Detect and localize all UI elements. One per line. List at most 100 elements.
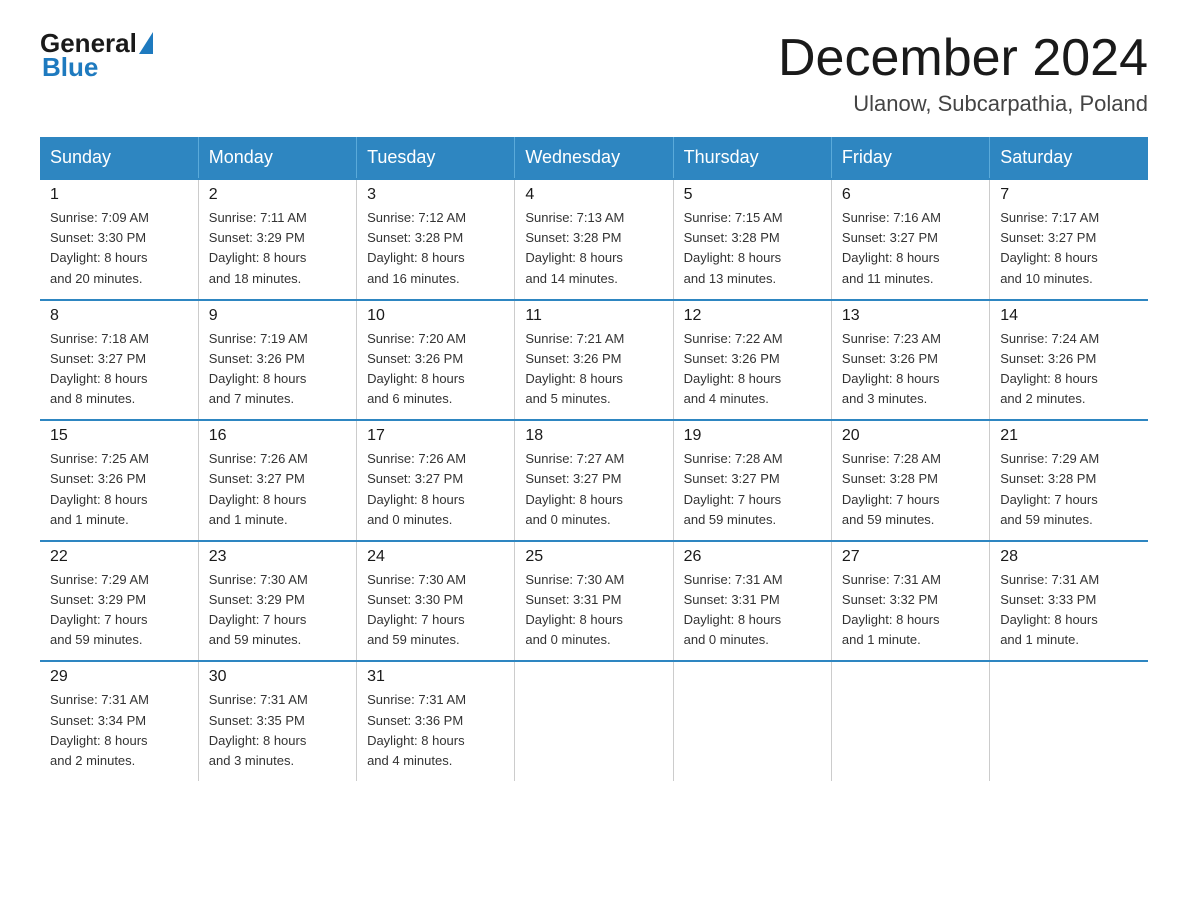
day-number: 10 — [367, 307, 504, 325]
day-info: Sunrise: 7:29 AM Sunset: 3:29 PM Dayligh… — [50, 570, 188, 651]
page-header: General Blue December 2024 Ulanow, Subca… — [40, 30, 1148, 117]
day-info: Sunrise: 7:23 AM Sunset: 3:26 PM Dayligh… — [842, 329, 979, 410]
calendar-cell: 30 Sunrise: 7:31 AM Sunset: 3:35 PM Dayl… — [198, 661, 356, 781]
day-info: Sunrise: 7:31 AM Sunset: 3:35 PM Dayligh… — [209, 690, 346, 771]
day-info: Sunrise: 7:31 AM Sunset: 3:36 PM Dayligh… — [367, 690, 504, 771]
calendar-cell: 7 Sunrise: 7:17 AM Sunset: 3:27 PM Dayli… — [990, 179, 1148, 300]
day-number: 8 — [50, 307, 188, 325]
day-info: Sunrise: 7:30 AM Sunset: 3:31 PM Dayligh… — [525, 570, 662, 651]
calendar-cell: 22 Sunrise: 7:29 AM Sunset: 3:29 PM Dayl… — [40, 541, 198, 662]
day-number: 23 — [209, 548, 346, 566]
weekday-header-tuesday: Tuesday — [357, 137, 515, 179]
day-number: 5 — [684, 186, 821, 204]
day-info: Sunrise: 7:22 AM Sunset: 3:26 PM Dayligh… — [684, 329, 821, 410]
day-info: Sunrise: 7:28 AM Sunset: 3:27 PM Dayligh… — [684, 449, 821, 530]
calendar-cell: 8 Sunrise: 7:18 AM Sunset: 3:27 PM Dayli… — [40, 300, 198, 421]
day-info: Sunrise: 7:24 AM Sunset: 3:26 PM Dayligh… — [1000, 329, 1138, 410]
week-row-2: 8 Sunrise: 7:18 AM Sunset: 3:27 PM Dayli… — [40, 300, 1148, 421]
day-number: 26 — [684, 548, 821, 566]
weekday-header-sunday: Sunday — [40, 137, 198, 179]
day-number: 14 — [1000, 307, 1138, 325]
day-info: Sunrise: 7:19 AM Sunset: 3:26 PM Dayligh… — [209, 329, 346, 410]
location-text: Ulanow, Subcarpathia, Poland — [778, 91, 1148, 117]
calendar-cell: 1 Sunrise: 7:09 AM Sunset: 3:30 PM Dayli… — [40, 179, 198, 300]
calendar-cell: 12 Sunrise: 7:22 AM Sunset: 3:26 PM Dayl… — [673, 300, 831, 421]
day-number: 3 — [367, 186, 504, 204]
calendar-cell: 3 Sunrise: 7:12 AM Sunset: 3:28 PM Dayli… — [357, 179, 515, 300]
calendar-cell: 24 Sunrise: 7:30 AM Sunset: 3:30 PM Dayl… — [357, 541, 515, 662]
calendar-cell: 20 Sunrise: 7:28 AM Sunset: 3:28 PM Dayl… — [831, 420, 989, 541]
calendar-cell — [990, 661, 1148, 781]
day-info: Sunrise: 7:29 AM Sunset: 3:28 PM Dayligh… — [1000, 449, 1138, 530]
day-info: Sunrise: 7:31 AM Sunset: 3:31 PM Dayligh… — [684, 570, 821, 651]
day-info: Sunrise: 7:30 AM Sunset: 3:30 PM Dayligh… — [367, 570, 504, 651]
month-title: December 2024 — [778, 30, 1148, 87]
calendar-cell: 14 Sunrise: 7:24 AM Sunset: 3:26 PM Dayl… — [990, 300, 1148, 421]
weekday-header-monday: Monday — [198, 137, 356, 179]
day-number: 6 — [842, 186, 979, 204]
day-number: 1 — [50, 186, 188, 204]
weekday-header-saturday: Saturday — [990, 137, 1148, 179]
day-info: Sunrise: 7:27 AM Sunset: 3:27 PM Dayligh… — [525, 449, 662, 530]
calendar-cell: 25 Sunrise: 7:30 AM Sunset: 3:31 PM Dayl… — [515, 541, 673, 662]
day-number: 28 — [1000, 548, 1138, 566]
calendar-cell: 29 Sunrise: 7:31 AM Sunset: 3:34 PM Dayl… — [40, 661, 198, 781]
calendar-cell: 18 Sunrise: 7:27 AM Sunset: 3:27 PM Dayl… — [515, 420, 673, 541]
day-number: 12 — [684, 307, 821, 325]
calendar-cell — [673, 661, 831, 781]
day-number: 18 — [525, 427, 662, 445]
calendar-cell: 13 Sunrise: 7:23 AM Sunset: 3:26 PM Dayl… — [831, 300, 989, 421]
calendar-cell: 21 Sunrise: 7:29 AM Sunset: 3:28 PM Dayl… — [990, 420, 1148, 541]
title-block: December 2024 Ulanow, Subcarpathia, Pola… — [778, 30, 1148, 117]
calendar-cell: 31 Sunrise: 7:31 AM Sunset: 3:36 PM Dayl… — [357, 661, 515, 781]
weekday-header-row: SundayMondayTuesdayWednesdayThursdayFrid… — [40, 137, 1148, 179]
calendar-cell: 16 Sunrise: 7:26 AM Sunset: 3:27 PM Dayl… — [198, 420, 356, 541]
day-info: Sunrise: 7:31 AM Sunset: 3:34 PM Dayligh… — [50, 690, 188, 771]
calendar-cell: 17 Sunrise: 7:26 AM Sunset: 3:27 PM Dayl… — [357, 420, 515, 541]
calendar-cell — [831, 661, 989, 781]
calendar-cell: 11 Sunrise: 7:21 AM Sunset: 3:26 PM Dayl… — [515, 300, 673, 421]
day-number: 15 — [50, 427, 188, 445]
day-number: 7 — [1000, 186, 1138, 204]
day-info: Sunrise: 7:15 AM Sunset: 3:28 PM Dayligh… — [684, 208, 821, 289]
calendar-cell: 9 Sunrise: 7:19 AM Sunset: 3:26 PM Dayli… — [198, 300, 356, 421]
week-row-3: 15 Sunrise: 7:25 AM Sunset: 3:26 PM Dayl… — [40, 420, 1148, 541]
day-info: Sunrise: 7:11 AM Sunset: 3:29 PM Dayligh… — [209, 208, 346, 289]
day-number: 30 — [209, 668, 346, 686]
day-info: Sunrise: 7:21 AM Sunset: 3:26 PM Dayligh… — [525, 329, 662, 410]
week-row-4: 22 Sunrise: 7:29 AM Sunset: 3:29 PM Dayl… — [40, 541, 1148, 662]
day-info: Sunrise: 7:17 AM Sunset: 3:27 PM Dayligh… — [1000, 208, 1138, 289]
week-row-1: 1 Sunrise: 7:09 AM Sunset: 3:30 PM Dayli… — [40, 179, 1148, 300]
weekday-header-thursday: Thursday — [673, 137, 831, 179]
day-info: Sunrise: 7:28 AM Sunset: 3:28 PM Dayligh… — [842, 449, 979, 530]
calendar-cell: 19 Sunrise: 7:28 AM Sunset: 3:27 PM Dayl… — [673, 420, 831, 541]
day-number: 31 — [367, 668, 504, 686]
week-row-5: 29 Sunrise: 7:31 AM Sunset: 3:34 PM Dayl… — [40, 661, 1148, 781]
day-number: 20 — [842, 427, 979, 445]
weekday-header-friday: Friday — [831, 137, 989, 179]
day-number: 16 — [209, 427, 346, 445]
calendar-cell: 2 Sunrise: 7:11 AM Sunset: 3:29 PM Dayli… — [198, 179, 356, 300]
day-info: Sunrise: 7:20 AM Sunset: 3:26 PM Dayligh… — [367, 329, 504, 410]
day-number: 25 — [525, 548, 662, 566]
day-info: Sunrise: 7:31 AM Sunset: 3:32 PM Dayligh… — [842, 570, 979, 651]
calendar-cell: 15 Sunrise: 7:25 AM Sunset: 3:26 PM Dayl… — [40, 420, 198, 541]
calendar-cell: 10 Sunrise: 7:20 AM Sunset: 3:26 PM Dayl… — [357, 300, 515, 421]
day-number: 11 — [525, 307, 662, 325]
day-info: Sunrise: 7:26 AM Sunset: 3:27 PM Dayligh… — [209, 449, 346, 530]
day-info: Sunrise: 7:16 AM Sunset: 3:27 PM Dayligh… — [842, 208, 979, 289]
day-info: Sunrise: 7:25 AM Sunset: 3:26 PM Dayligh… — [50, 449, 188, 530]
logo-blue-text: Blue — [42, 52, 98, 83]
day-number: 4 — [525, 186, 662, 204]
calendar-table: SundayMondayTuesdayWednesdayThursdayFrid… — [40, 137, 1148, 781]
logo-triangle-icon — [139, 32, 153, 54]
day-info: Sunrise: 7:31 AM Sunset: 3:33 PM Dayligh… — [1000, 570, 1138, 651]
day-number: 2 — [209, 186, 346, 204]
day-number: 22 — [50, 548, 188, 566]
day-info: Sunrise: 7:26 AM Sunset: 3:27 PM Dayligh… — [367, 449, 504, 530]
calendar-cell: 4 Sunrise: 7:13 AM Sunset: 3:28 PM Dayli… — [515, 179, 673, 300]
day-number: 13 — [842, 307, 979, 325]
calendar-cell: 28 Sunrise: 7:31 AM Sunset: 3:33 PM Dayl… — [990, 541, 1148, 662]
logo: General Blue — [40, 30, 155, 83]
calendar-cell — [515, 661, 673, 781]
